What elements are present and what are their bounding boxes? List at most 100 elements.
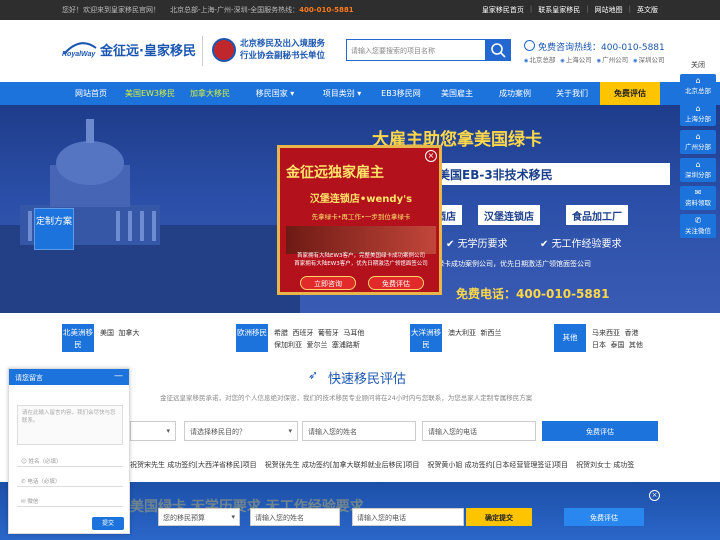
eval-title: 快速移民评估 (328, 372, 407, 387)
nav-eb3[interactable]: EB3移民网 (374, 82, 428, 105)
bottom-phone-input[interactable]: 请输入您的电话 (352, 508, 464, 526)
eval-phone-input[interactable]: 请输入您的电话 (422, 421, 536, 441)
nav-ew3[interactable]: 美国EW3移民 (120, 82, 180, 105)
custom-plan-tab[interactable]: 定制方案 (34, 208, 74, 250)
popup-tagline: 先拿绿卡•再工作•一步到位拿绿卡 (311, 213, 411, 221)
side-item-materials[interactable]: ✉ 资料领取 (680, 186, 716, 210)
top-link-home[interactable]: 皇家移民首页 (482, 5, 524, 15)
minimize-icon[interactable]: — (114, 371, 123, 381)
mail-icon: ✉ (694, 188, 702, 197)
region-other: 其他 马来西亚 香港 日本 泰国 其他 (554, 324, 684, 356)
nav-countries[interactable]: 移民国家 ▾ (240, 82, 310, 105)
nav-canada[interactable]: 加拿大移民 (180, 82, 240, 105)
chat-phone-input[interactable]: ✆ 电话（必填） (17, 473, 123, 487)
nav-home[interactable]: 网站首页 (62, 82, 120, 105)
ticker-item[interactable]: 祝贺宋先生 成功签约[大西洋省移民]项目 (130, 460, 257, 472)
top-link-english[interactable]: 英文版 (637, 5, 658, 15)
banner-check-experience: ✔ 无工作经验要求 (540, 239, 622, 250)
ticker-item[interactable]: 祝贺刘女士 成功签 (576, 460, 634, 472)
chat-wechat-input[interactable]: ✉ 微信 (17, 493, 123, 507)
country-link[interactable]: 香港 (624, 329, 638, 337)
country-link[interactable]: 加拿大 (118, 329, 139, 337)
ticker-item[interactable]: 祝贺张先生 成功签约[加拿大联邦就业后移民]项目 (265, 460, 420, 472)
eval-submit-button[interactable]: 免费评估 (542, 421, 658, 441)
message-widget-header[interactable]: 请您留言 — (9, 369, 129, 385)
chat-name-input[interactable]: ☺ 姓名（必填） (17, 453, 123, 467)
country-link[interactable]: 泰国 (610, 341, 624, 349)
country-link[interactable]: 保加利亚 (274, 341, 302, 349)
nav-employers[interactable]: 美国雇主 (428, 82, 486, 105)
office-shenzhen[interactable]: 深圳公司 (633, 54, 665, 64)
bottom-close-icon[interactable]: × (649, 490, 660, 501)
banner-tag-food: 食品加工厂 (566, 205, 628, 225)
bottom-eval-button[interactable]: 免费评估 (564, 508, 644, 526)
bottom-confirm-button[interactable]: 确定提交 (466, 508, 532, 526)
logo-divider (202, 36, 203, 66)
country-link[interactable]: 马耳他 (343, 329, 364, 337)
nav-free-eval[interactable]: 免费评估 (600, 82, 660, 105)
budget-select[interactable]: 您的移民预算 ▾ (158, 508, 240, 526)
side-item-beijing[interactable]: ⌂ 北京总部 (680, 74, 716, 98)
welcome-text: 您好！欢迎来到皇家移民官网！ (62, 6, 160, 14)
ticker-item[interactable]: 祝贺黄小姐 成功签约[日本经营管理签证]项目 (427, 460, 568, 472)
eval-name-input[interactable]: 请输入您的姓名 (302, 421, 416, 441)
search-input[interactable]: 请输入您要搜索的项目名称 (346, 39, 486, 61)
home-icon: ⌂ (695, 132, 701, 141)
search-icon (491, 43, 506, 58)
country-link[interactable]: 新西兰 (480, 329, 501, 337)
banner-check-education: ✔ 无学历要求 (446, 239, 508, 250)
wechat-icon: ✆ (694, 216, 702, 225)
nav-about[interactable]: 关于我们 (544, 82, 600, 105)
home-icon: ⌂ (695, 160, 701, 169)
country-select[interactable]: ▾ (130, 421, 176, 441)
top-link-contact[interactable]: 联系皇家移民 (538, 5, 580, 15)
logo-title[interactable]: 金征远·皇家移民 (100, 40, 196, 59)
message-widget: 请您留言 — 请在此输入留言内容，我们会尽快与您联系。 ☺ 姓名（必填） ✆ 电… (8, 368, 130, 534)
side-float-bar: 关闭 ⌂ 北京总部 ⌂ 上海分部 ⌂ 广州分部 ⌂ 深圳分部 ✉ 资料领取 ✆ 关注微信 (680, 60, 716, 238)
office-guangzhou[interactable]: 广州公司 (597, 54, 628, 64)
country-link[interactable]: 其他 (629, 341, 643, 349)
side-item-guangzhou[interactable]: ⌂ 广州分部 (680, 130, 716, 154)
phone-icon (524, 40, 535, 51)
popup-eval-button[interactable]: 免费评估 (368, 276, 424, 290)
office-shanghai[interactable]: 上海公司 (560, 54, 592, 64)
nav-categories[interactable]: 项目类别 ▾ (310, 82, 374, 105)
popup-close-icon[interactable]: × (425, 150, 437, 162)
region-label[interactable]: 大洋洲移民 (410, 324, 442, 352)
country-link[interactable]: 西班牙 (292, 329, 313, 337)
side-close-button[interactable]: 关闭 (680, 60, 716, 70)
country-link[interactable]: 爱尔兰 (306, 341, 327, 349)
svg-text:RoyalWay: RoyalWay (62, 51, 96, 58)
association-badge-icon (212, 38, 236, 62)
banner-tag-burger: 汉堡连锁店 (478, 205, 540, 225)
message-textarea[interactable]: 请在此输入留言内容，我们会尽快与您联系。 (17, 405, 123, 445)
country-link[interactable]: 葡萄牙 (318, 329, 339, 337)
top-link-sitemap[interactable]: 网站地图 (595, 5, 623, 15)
office-beijing[interactable]: 北京总部 (524, 54, 555, 64)
popup-notes: 首家拥有大陆EW3客户，完整美国绿卡成功案例公司 首家拥有大陆EW3客户，优先日… (294, 253, 428, 267)
bottom-name-input[interactable]: 请输入您的姓名 (250, 508, 340, 526)
popup-consult-button[interactable]: 立即咨询 (300, 276, 356, 290)
chat-submit-button[interactable]: 提交 (92, 517, 124, 530)
purpose-select[interactable]: 请选择移民目的？ ▾ (184, 421, 298, 441)
search-button[interactable] (486, 39, 511, 61)
region-label[interactable]: 欧洲移民 (236, 324, 268, 352)
region-label[interactable]: 其他 (554, 324, 586, 352)
side-item-wechat[interactable]: ✆ 关注微信 (680, 214, 716, 238)
country-link[interactable]: 美国 (100, 329, 114, 337)
country-link[interactable]: 希腊 (274, 329, 288, 337)
country-link[interactable]: 日本 (592, 341, 606, 349)
side-item-shenzhen[interactable]: ⌂ 深圳分部 (680, 158, 716, 182)
chevron-down-icon: ▾ (231, 513, 235, 521)
side-item-shanghai[interactable]: ⌂ 上海分部 (680, 102, 716, 126)
nav-cases[interactable]: 成功案例 (486, 82, 544, 105)
success-ticker: 祝贺宋先生 成功签约[大西洋省移民]项目 祝贺张先生 成功签约[加拿大联邦就业后… (130, 460, 660, 472)
region-label[interactable]: 北美洲移民 (62, 324, 94, 352)
home-icon: ⌂ (695, 76, 701, 85)
country-link[interactable]: 马来西亚 (592, 329, 620, 337)
country-link[interactable]: 塞浦路斯 (332, 341, 360, 349)
banner-small-text: 国绿卡成功案例公司，优先日期激活广领馆面签公司 (430, 260, 591, 268)
region-row: 北美洲移民 美国 加拿大 欧洲移民 希腊 西班牙 葡萄牙 马耳他 保加利亚 爱尔… (0, 322, 720, 358)
royalway-logo-icon[interactable]: RoyalWay (62, 40, 98, 58)
country-link[interactable]: 澳大利亚 (448, 329, 476, 337)
